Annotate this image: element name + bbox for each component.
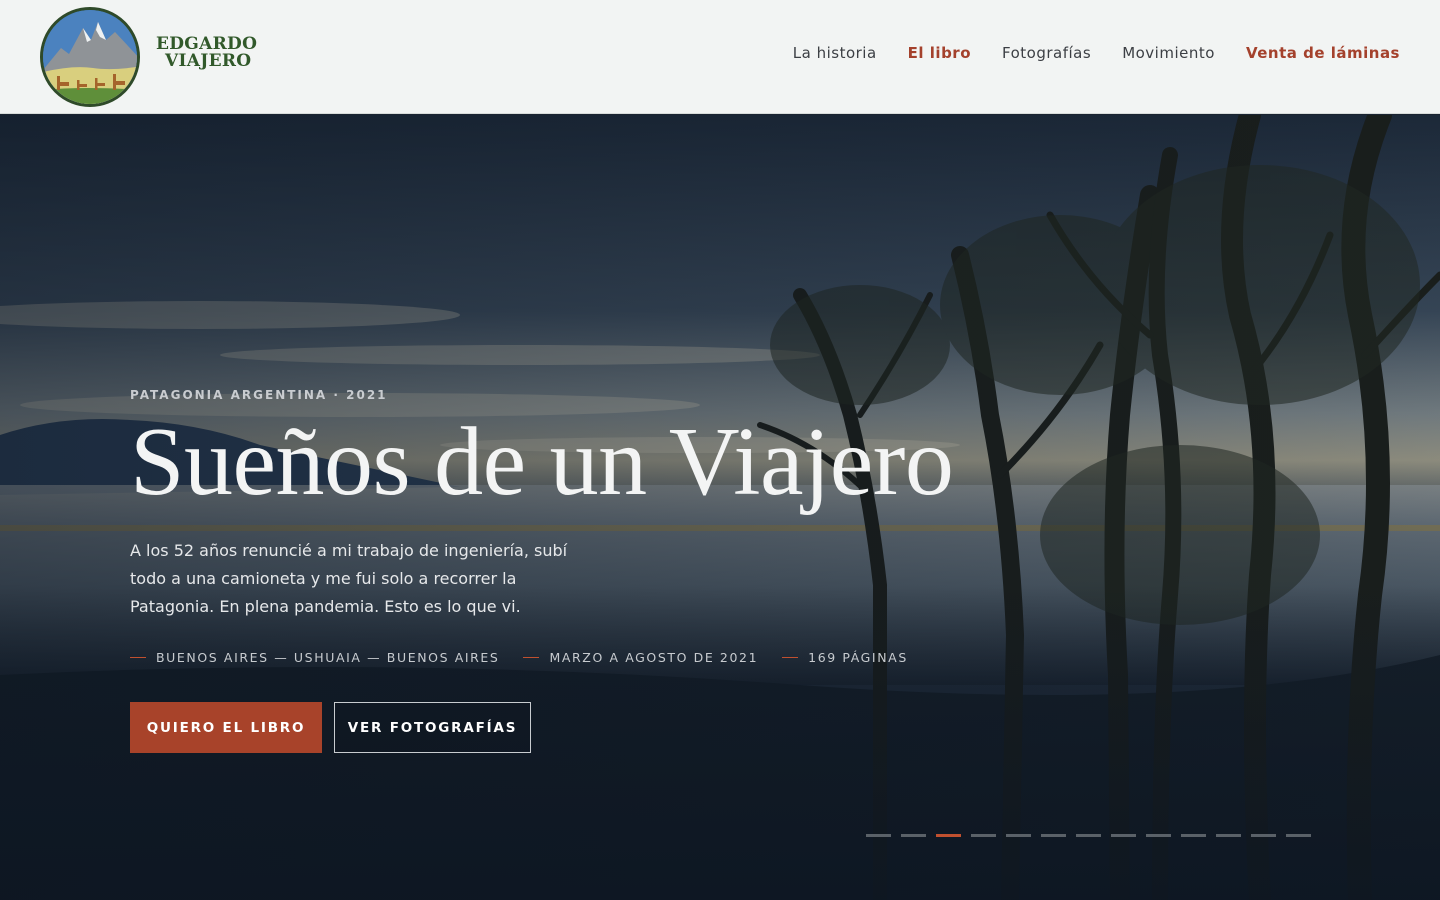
logo-icon[interactable] [40,7,140,107]
meta-route-text: BUENOS AIRES — USHUAIA — BUENOS AIRES [156,650,500,665]
ver-fotografias-button[interactable]: VER FOTOGRAFÍAS [334,702,531,753]
nav-el-libro[interactable]: El libro [908,44,971,62]
slider-dots [866,834,1311,837]
slider-dot[interactable] [1251,834,1276,837]
slider-dot[interactable] [1006,834,1031,837]
slider-dot[interactable] [1216,834,1241,837]
nav-fotografias[interactable]: Fotografías [1002,44,1091,62]
hero-title: Sueños de un Viajero [130,408,954,516]
slider-dot[interactable] [1146,834,1171,837]
dash-icon [523,656,540,659]
slider-dot[interactable] [866,834,891,837]
main-nav: La historia El libro Fotografías Movimie… [793,44,1400,62]
dash-icon [130,656,146,659]
meta-pages-text: 169 PÁGINAS [808,650,908,665]
hero-meta: BUENOS AIRES — USHUAIA — BUENOS AIRES MA… [130,650,908,665]
hero-section: PATAGONIA ARGENTINA · 2021 Sueños de un … [0,115,1440,900]
nav-la-historia[interactable]: La historia [793,44,877,62]
slider-dot[interactable] [971,834,996,837]
meta-pages: 169 PÁGINAS [782,650,908,665]
meta-dates: MARZO A AGOSTO DE 2021 [523,650,758,665]
meta-route: BUENOS AIRES — USHUAIA — BUENOS AIRES [130,650,499,665]
brand-wordmark[interactable]: EDGARDO VIAJERO [156,36,257,70]
meta-dates-text: MARZO A AGOSTO DE 2021 [549,650,759,665]
slider-dot[interactable] [1181,834,1206,837]
slider-dot[interactable] [936,834,961,837]
nav-movimiento[interactable]: Movimiento [1122,44,1215,62]
hero-lead: A los 52 años renuncié a mi trabajo de i… [130,541,568,616]
nav-venta-de-laminas[interactable]: Venta de láminas [1246,44,1400,62]
quiero-el-libro-button[interactable]: QUIERO EL LIBRO [130,702,322,753]
site-header: EDGARDO VIAJERO La historia El libro Fot… [0,0,1440,114]
slider-dot[interactable] [1041,834,1066,837]
slider-dot[interactable] [901,834,926,837]
slider-dot[interactable] [1076,834,1101,837]
hero-eyebrow: PATAGONIA ARGENTINA · 2021 [130,388,388,402]
dash-icon [782,656,799,659]
slider-dot[interactable] [1111,834,1136,837]
brand-line-2: VIAJERO [165,51,252,71]
slider-dot[interactable] [1286,834,1311,837]
